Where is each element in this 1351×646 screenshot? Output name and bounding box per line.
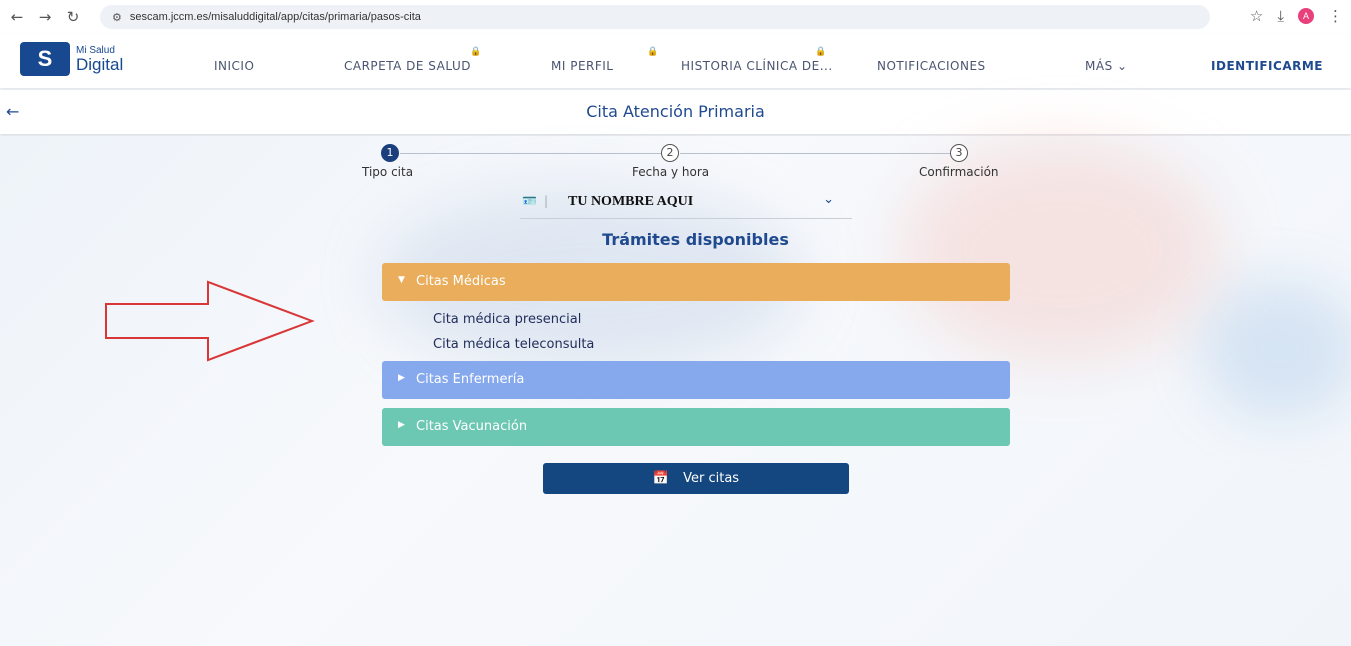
- step-3-indicator: 3: [950, 144, 968, 162]
- accordion-label: Citas Enfermería: [416, 372, 525, 387]
- lock-icon: 🔒: [647, 47, 659, 57]
- background-decoration: [1200, 280, 1351, 420]
- calendar-icon: 📅: [652, 471, 670, 486]
- step-2-indicator: 2: [661, 144, 679, 162]
- nav-carpeta-label: CARPETA DE SALUD: [344, 59, 471, 73]
- nav-historia-label: HISTORIA CLÍNICA DE...: [681, 59, 833, 73]
- step-1-label: Tipo cita: [362, 165, 414, 179]
- id-card-icon: 🪪: [522, 194, 537, 208]
- accordion-citas-vacunacion[interactable]: ▶ Citas Vacunación: [382, 408, 1010, 446]
- lock-icon: 🔒: [470, 47, 482, 57]
- cita-medica-presencial-link[interactable]: Cita médica presencial: [433, 312, 581, 327]
- mi-salud-digital-logo[interactable]: S Mi Salud Digital: [20, 42, 123, 76]
- separator: |: [544, 194, 549, 208]
- chevron-down-icon: ⌄: [823, 192, 834, 207]
- patient-name: TU NOMBRE AQUI: [568, 194, 694, 209]
- browser-back-icon[interactable]: ←: [6, 8, 28, 26]
- nav-mi-perfil[interactable]: MI PERFIL 🔒: [551, 47, 658, 73]
- logo-big-text: Digital: [76, 54, 124, 74]
- nav-mas-label: MÁS: [1085, 59, 1113, 73]
- nav-notificaciones[interactable]: NOTIFICACIONES: [877, 59, 986, 73]
- accordion-citas-enfermeria[interactable]: ▶ Citas Enfermería: [382, 361, 1010, 399]
- nav-historia-clinica[interactable]: HISTORIA CLÍNICA DE... 🔒: [681, 47, 833, 73]
- annotation-arrow-shape: [105, 280, 315, 362]
- logo-mark: S: [20, 42, 70, 76]
- url-text: sescam.jccm.es/misaluddigital/app/citas/…: [129, 11, 421, 23]
- cita-medica-teleconsulta-link[interactable]: Cita médica teleconsulta: [433, 337, 594, 352]
- address-bar[interactable]: ⚙ sescam.jccm.es/misaluddigital/app/cita…: [100, 5, 1210, 29]
- page-title-bar: ← Cita Atención Primaria: [0, 90, 1351, 134]
- site-info-icon[interactable]: ⚙: [112, 11, 122, 24]
- nav-mas[interactable]: MÁS ⌄: [1085, 59, 1128, 73]
- profile-avatar[interactable]: A: [1298, 8, 1314, 24]
- ver-citas-label: Ver citas: [683, 471, 740, 486]
- logo-small-text: Mi Salud: [76, 44, 115, 56]
- nav-mi-perfil-label: MI PERFIL: [551, 59, 614, 73]
- chevron-down-icon: ⌄: [1117, 59, 1128, 73]
- accordion-label: Citas Médicas: [416, 274, 506, 289]
- caret-right-icon: ▶: [398, 420, 405, 430]
- download-icon[interactable]: ⤓: [1277, 7, 1284, 25]
- step-2-label: Fecha y hora: [632, 165, 710, 179]
- browser-toolbar: ← → ↻ ⚙ sescam.jccm.es/misaluddigital/ap…: [0, 0, 1351, 34]
- nav-carpeta-de-salud[interactable]: CARPETA DE SALUD 🔒: [344, 47, 481, 73]
- caret-right-icon: ▶: [398, 373, 405, 383]
- nav-inicio[interactable]: INICIO: [214, 59, 254, 73]
- app-header: S Mi Salud Digital INICIO CARPETA DE SAL…: [0, 34, 1351, 88]
- browser-menu-icon[interactable]: ⋮: [1328, 7, 1343, 25]
- logo-text: Mi Salud Digital: [76, 44, 124, 74]
- accordion-citas-medicas[interactable]: ▼ Citas Médicas: [382, 263, 1010, 301]
- bookmark-star-icon[interactable]: ☆: [1250, 7, 1263, 25]
- patient-selector[interactable]: 🪪 | TU NOMBRE AQUI ⌄: [520, 190, 852, 219]
- stepper-connector: [400, 153, 662, 154]
- caret-down-icon: ▼: [398, 275, 405, 285]
- annotation-arrow: [105, 280, 315, 362]
- accordion-label: Citas Vacunación: [416, 419, 528, 434]
- browser-actions: ☆ ⤓ A ⋮: [1250, 7, 1343, 25]
- identificarme-button[interactable]: IDENTIFICARME: [1211, 59, 1323, 73]
- browser-forward-icon[interactable]: →: [34, 8, 56, 26]
- tramites-title: Trámites disponibles: [602, 230, 789, 249]
- lock-icon: 🔒: [815, 47, 827, 57]
- step-1-indicator: 1: [381, 144, 399, 162]
- step-3-label: Confirmación: [919, 165, 999, 179]
- browser-reload-icon[interactable]: ↻: [62, 8, 84, 26]
- ver-citas-button[interactable]: 📅 Ver citas: [543, 463, 849, 494]
- page-title: Cita Atención Primaria: [586, 102, 765, 121]
- stepper-connector: [680, 153, 952, 154]
